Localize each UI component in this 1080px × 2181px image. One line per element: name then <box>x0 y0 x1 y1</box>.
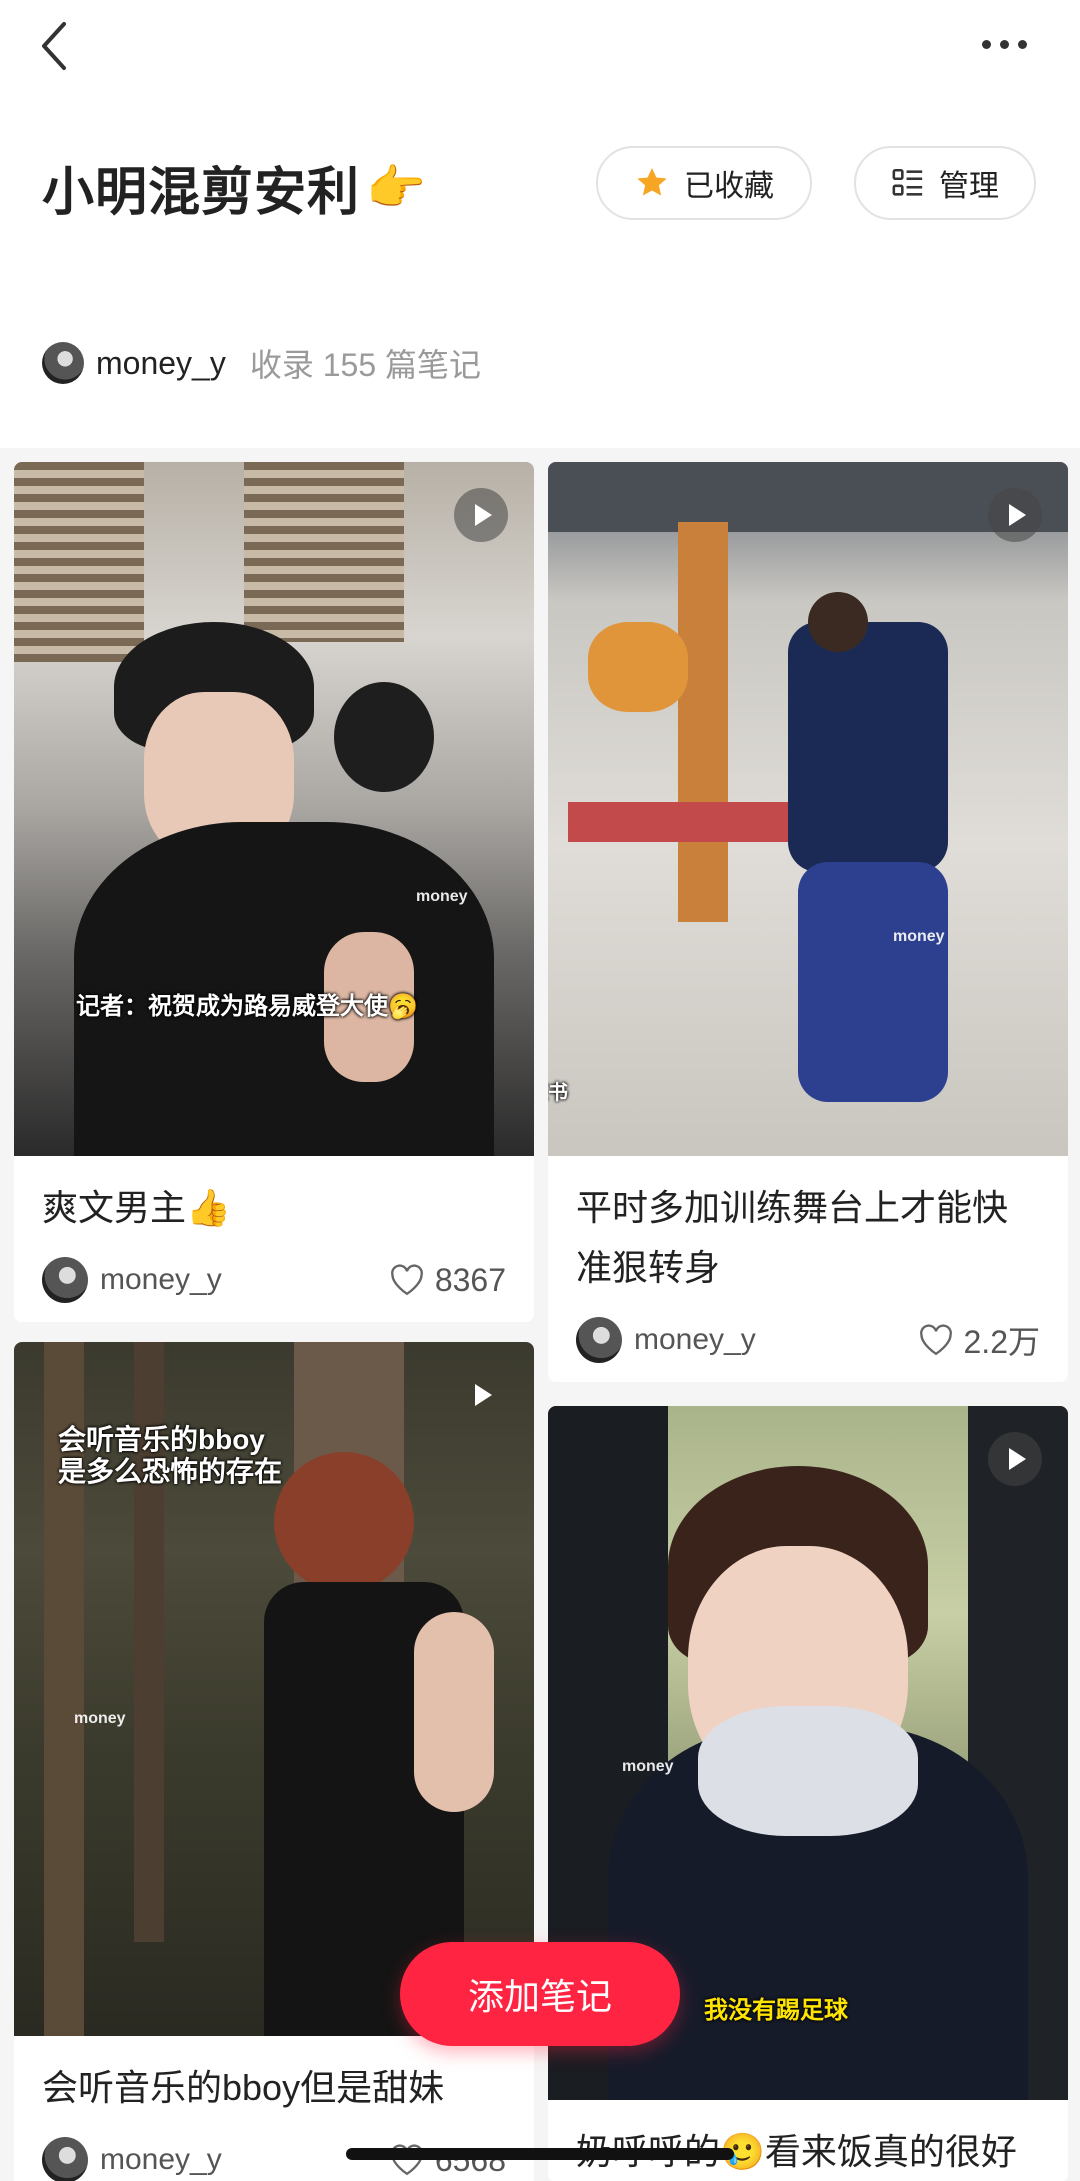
author-name[interactable]: money_y <box>634 1323 918 1357</box>
video-caption: 小红书 <box>548 1082 568 1104</box>
author-name[interactable]: money_y <box>100 2143 389 2177</box>
play-icon <box>988 488 1042 542</box>
collection-meta: money_y 收录 155 篇笔记 <box>42 340 481 386</box>
like-count: 8367 <box>434 1261 506 1298</box>
note-cover-image[interactable]: money 记者：祝贺成为路易威登大使🥱 <box>14 462 534 1156</box>
collection-header: 小明混剪安利 👉 已收藏 管理 money_y 收录 155 篇笔记 <box>0 0 1080 448</box>
play-icon <box>988 1432 1042 1486</box>
back-button[interactable] <box>40 14 88 78</box>
watermark: money <box>74 1710 126 1727</box>
note-card[interactable]: money 记者：祝贺成为路易威登大使🥱 爽文男主👍 money_y 8367 <box>14 462 534 1322</box>
watermark: money <box>893 928 945 945</box>
play-icon <box>454 1368 508 1422</box>
note-cover-image[interactable]: 会听音乐的bboy 是多么恐怖的存在 money <box>14 1342 534 2036</box>
like-button[interactable]: 2.2万 <box>918 1317 1041 1363</box>
note-footer: money_y 2.2万 <box>548 1298 1068 1382</box>
manage-label: 管理 <box>939 170 999 203</box>
play-icon <box>454 488 508 542</box>
note-footer: money_y 8367 <box>14 1238 534 1322</box>
collection-title: 小明混剪安利 👉 <box>42 150 427 225</box>
favorited-button[interactable]: 已收藏 <box>596 146 812 220</box>
note-title[interactable]: 会听音乐的bboy但是甜妹 <box>14 2036 534 2118</box>
collection-title-text: 小明混剪安利 <box>42 164 361 222</box>
note-title[interactable]: 平时多加训练舞台上才能快准狠转身 <box>548 1156 1068 1298</box>
heart-icon <box>390 1264 423 1296</box>
star-icon <box>637 168 667 196</box>
heart-icon <box>919 1324 952 1356</box>
chevron-left-icon <box>42 22 66 70</box>
add-note-button[interactable]: 添加笔记 <box>400 1942 680 2046</box>
note-card[interactable]: money 小红书 平时多加训练舞台上才能快准狠转身 money_y 2.2万 <box>548 462 1068 1382</box>
owner-name[interactable]: money_y <box>96 345 226 382</box>
author-avatar[interactable] <box>42 2137 88 2181</box>
video-caption: 我没有踢足球 <box>704 1997 848 2024</box>
home-indicator <box>346 2148 734 2160</box>
note-count: 收录 155 篇笔记 <box>249 347 482 383</box>
note-card[interactable]: money 我没有踢足球 奶呼呼的🥲看来饭真的很好 <box>548 1406 1068 2181</box>
note-title[interactable]: 爽文男主👍 <box>14 1156 534 1238</box>
like-count: 2.2万 <box>963 1324 1041 1360</box>
manage-list-icon <box>892 168 923 196</box>
author-name[interactable]: money_y <box>100 1263 389 1297</box>
pointing-hand-icon: 👉 <box>366 162 427 215</box>
like-button[interactable]: 8367 <box>389 1262 506 1299</box>
owner-avatar[interactable] <box>42 342 84 384</box>
video-caption: 记者：祝贺成为路易威登大使🥱 <box>76 993 418 1020</box>
watermark: money <box>416 888 468 905</box>
author-avatar[interactable] <box>42 1257 88 1303</box>
note-card[interactable]: 会听音乐的bboy 是多么恐怖的存在 money 会听音乐的bboy但是甜妹 m… <box>14 1342 534 2181</box>
note-cover-image[interactable]: money 小红书 <box>548 462 1068 1156</box>
more-dots-icon <box>981 39 991 49</box>
manage-button[interactable]: 管理 <box>854 146 1036 220</box>
more-button[interactable] <box>972 20 1036 68</box>
note-title[interactable]: 奶呼呼的🥲看来饭真的很好 <box>548 2100 1068 2181</box>
watermark: money <box>622 1758 674 1775</box>
favorited-label: 已收藏 <box>684 170 774 203</box>
author-avatar[interactable] <box>576 1317 622 1363</box>
video-caption: 会听音乐的bboy 是多么恐怖的存在 <box>58 1424 283 1487</box>
